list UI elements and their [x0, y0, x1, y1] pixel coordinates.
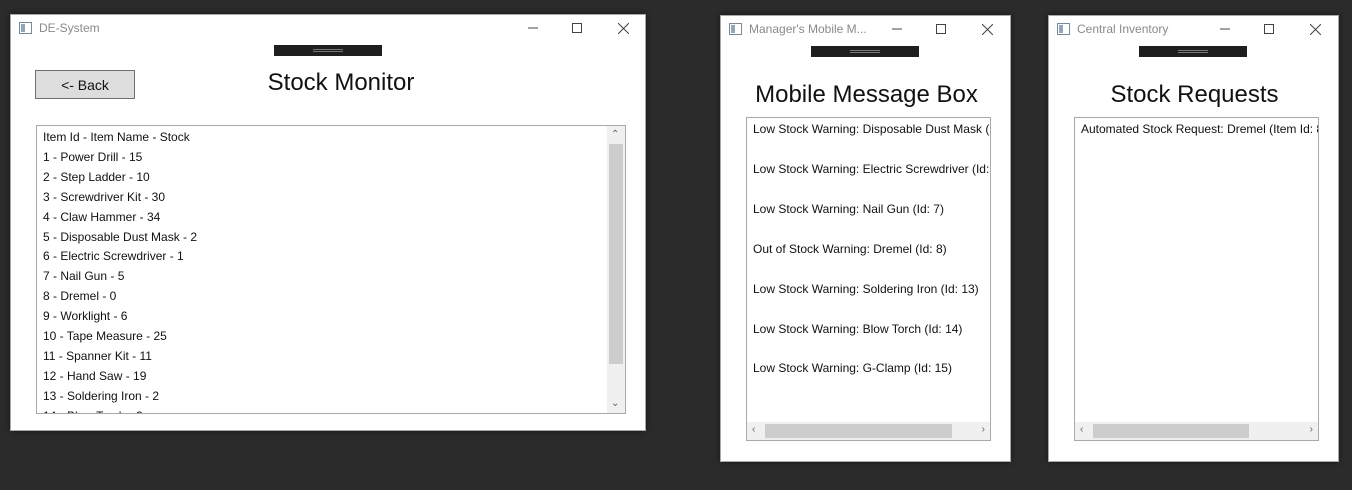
drag-handle[interactable] [274, 45, 382, 56]
chevron-left-icon[interactable]: ‹ [752, 425, 755, 435]
message-list[interactable]: Low Stock Warning: Disposable Dust Mask … [746, 117, 991, 441]
list-item[interactable]: 12 - Hand Saw - 19 [43, 369, 146, 383]
list-item[interactable]: 5 - Disposable Dust Mask - 2 [43, 230, 197, 244]
central-inventory-window: Central Inventory Stock Requests Automat… [1048, 15, 1339, 462]
message-item[interactable]: Low Stock Warning: Blow Torch (Id: 14) [753, 322, 962, 336]
message-item[interactable]: Out of Stock Warning: Dremel (Id: 8) [753, 242, 947, 256]
maximize-icon [936, 24, 946, 34]
drag-handle[interactable] [1139, 46, 1247, 57]
maximize-icon [572, 23, 582, 33]
close-icon [981, 24, 993, 35]
minimize-icon [892, 28, 902, 30]
page-title: Stock Monitor [267, 69, 415, 96]
close-button[interactable] [1301, 19, 1329, 39]
back-button[interactable]: <- Back [35, 70, 135, 99]
message-item[interactable]: Low Stock Warning: Disposable Dust Mask … [753, 122, 990, 136]
chevron-down-icon[interactable]: ⌄ [611, 399, 619, 409]
maximize-icon [1264, 24, 1274, 34]
app-icon [19, 22, 32, 34]
list-item[interactable]: 11 - Spanner Kit - 11 [43, 349, 152, 363]
list-item[interactable]: 13 - Soldering Iron - 2 [43, 389, 159, 403]
scroll-thumb[interactable] [609, 144, 623, 364]
minimize-button[interactable] [519, 18, 547, 38]
page-title: Stock Requests [1110, 81, 1279, 108]
list-item[interactable]: 7 - Nail Gun - 5 [43, 269, 124, 283]
horizontal-scrollbar[interactable]: ‹ › [1075, 422, 1318, 440]
request-list[interactable]: Automated Stock Request: Dremel (Item Id… [1074, 117, 1319, 441]
close-button[interactable] [609, 18, 637, 38]
maximize-button[interactable] [1255, 19, 1283, 39]
scroll-thumb[interactable] [1093, 424, 1249, 438]
message-item[interactable]: Low Stock Warning: Soldering Iron (Id: 1… [753, 282, 979, 296]
list-item[interactable]: Item Id - Item Name - Stock [43, 130, 190, 144]
list-item[interactable]: 3 - Screwdriver Kit - 30 [43, 190, 165, 204]
close-button[interactable] [973, 19, 1001, 39]
app-icon [729, 23, 742, 35]
list-item[interactable]: 14 - Blow Torch - 3 [43, 409, 143, 413]
list-item[interactable]: 10 - Tape Measure - 25 [43, 329, 167, 343]
mobile-message-window: Manager's Mobile M... Mobile Message Box… [720, 15, 1011, 462]
chevron-left-icon[interactable]: ‹ [1080, 425, 1083, 435]
list-item[interactable]: 8 - Dremel - 0 [43, 289, 116, 303]
title-bar[interactable]: Manager's Mobile M... [721, 16, 1010, 44]
minimize-icon [1220, 28, 1230, 30]
message-item[interactable]: Low Stock Warning: G-Clamp (Id: 15) [753, 361, 952, 375]
window-title: Manager's Mobile M... [749, 22, 867, 36]
message-item[interactable]: Low Stock Warning: Nail Gun (Id: 7) [753, 202, 944, 216]
title-bar[interactable]: Central Inventory [1049, 16, 1338, 44]
request-item[interactable]: Automated Stock Request: Dremel (Item Id… [1081, 122, 1318, 136]
maximize-button[interactable] [563, 18, 591, 38]
window-title: Central Inventory [1077, 22, 1169, 36]
page-title: Mobile Message Box [755, 81, 978, 108]
minimize-button[interactable] [883, 19, 911, 39]
drag-handle[interactable] [811, 46, 919, 57]
minimize-icon [528, 27, 538, 29]
chevron-up-icon[interactable]: ⌃ [611, 130, 619, 140]
message-item[interactable]: Low Stock Warning: Electric Screwdriver … [753, 162, 990, 176]
window-title: DE-System [39, 21, 100, 35]
scroll-thumb[interactable] [765, 424, 952, 438]
close-icon [1309, 24, 1321, 35]
minimize-button[interactable] [1211, 19, 1239, 39]
vertical-scrollbar[interactable]: ⌃ ⌄ [607, 126, 625, 413]
close-icon [617, 23, 629, 34]
stock-monitor-window: DE-System <- Back Stock Monitor Item Id … [10, 14, 646, 431]
maximize-button[interactable] [927, 19, 955, 39]
list-item[interactable]: 1 - Power Drill - 15 [43, 150, 142, 164]
list-item[interactable]: 4 - Claw Hammer - 34 [43, 210, 160, 224]
title-bar[interactable]: DE-System [11, 15, 645, 43]
chevron-right-icon[interactable]: › [982, 425, 985, 435]
stock-list[interactable]: Item Id - Item Name - Stock 1 - Power Dri… [36, 125, 626, 414]
list-item[interactable]: 6 - Electric Screwdriver - 1 [43, 249, 184, 263]
list-item[interactable]: 9 - Worklight - 6 [43, 309, 127, 323]
horizontal-scrollbar[interactable]: ‹ › [747, 422, 990, 440]
chevron-right-icon[interactable]: › [1310, 425, 1313, 435]
list-item[interactable]: 2 - Step Ladder - 10 [43, 170, 150, 184]
app-icon [1057, 23, 1070, 35]
